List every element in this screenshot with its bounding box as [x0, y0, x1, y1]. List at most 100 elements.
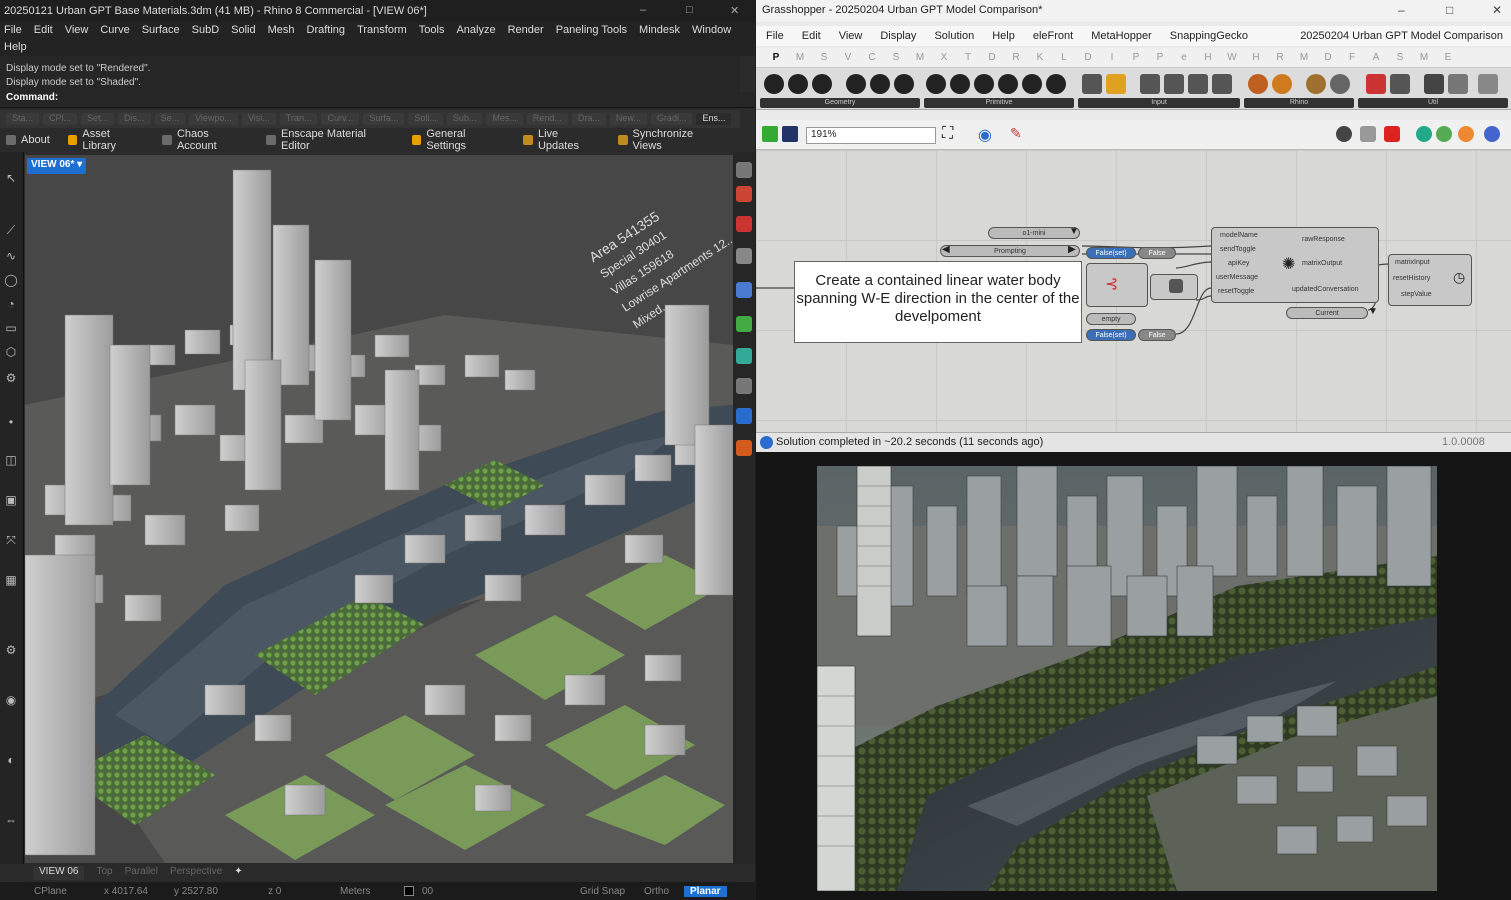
dropdown-arrow-icon[interactable]: ▼	[1368, 306, 1378, 317]
toolbar-tab[interactable]: Mes...	[486, 113, 523, 125]
menu-paneling-tools[interactable]: Paneling Tools	[552, 22, 635, 40]
gh-menu-file[interactable]: File	[766, 30, 784, 42]
send-toggle-value[interactable]: False	[1138, 247, 1176, 259]
cplane-label[interactable]: CPlane	[34, 886, 67, 897]
toolbar-tab[interactable]: Sub...	[446, 113, 483, 125]
gh-tab[interactable]: M	[788, 52, 812, 63]
plugin-icon[interactable]	[736, 440, 752, 456]
properties-icon[interactable]	[736, 348, 752, 364]
arc-icon[interactable]: ◔	[3, 296, 19, 312]
analyze-icon[interactable]: ◉	[3, 692, 19, 708]
gh-tab[interactable]: X	[932, 52, 956, 63]
open-file-icon[interactable]	[762, 126, 778, 142]
prompting-value-list[interactable]: Prompting	[940, 245, 1080, 257]
ribbon-section-rhino[interactable]: Rhino	[1244, 98, 1354, 108]
primitive-icon[interactable]	[950, 74, 970, 94]
menu-file[interactable]: File	[0, 22, 30, 40]
gh-tab[interactable]: T	[956, 52, 980, 63]
input-reset-history[interactable]: resetHistory	[1393, 275, 1430, 282]
menu-mesh[interactable]: Mesh	[264, 22, 303, 40]
util-icon[interactable]	[1390, 74, 1410, 94]
layer-swatch[interactable]	[404, 886, 414, 896]
close-icon[interactable]: ✕	[730, 4, 739, 17]
boolean-gate-component[interactable]: ⊰	[1086, 263, 1148, 307]
gh-tab[interactable]: P	[764, 52, 788, 63]
maximize-icon[interactable]: □	[686, 4, 693, 16]
output-raw-response[interactable]: rawResponse	[1302, 236, 1345, 243]
menu-surface[interactable]: Surface	[138, 22, 188, 40]
gh-tab[interactable]: M	[1292, 52, 1316, 63]
gear-icon[interactable]	[736, 162, 752, 178]
panel-icon[interactable]	[736, 408, 752, 424]
menu-view[interactable]: View	[61, 22, 97, 40]
output-updated-conversation[interactable]: updatedConversation	[1292, 286, 1359, 293]
menu-render[interactable]: Render	[504, 22, 552, 40]
right-arrow-icon[interactable]: ▶	[1068, 244, 1076, 255]
gh-tab[interactable]: S	[884, 52, 908, 63]
add-viewport-icon[interactable]: ✦	[234, 866, 242, 880]
mesh-icon[interactable]: ▦	[3, 572, 19, 588]
toolbar-tab[interactable]: Se...	[154, 113, 186, 125]
prompt-text-panel[interactable]: Create a contained linear water body spa…	[794, 261, 1082, 343]
viewport-tab-parallel[interactable]: Parallel	[125, 866, 158, 880]
gh-tab[interactable]: V	[836, 52, 860, 63]
bake-icon[interactable]	[1416, 126, 1432, 142]
ribbon-section-primitive[interactable]: Primitive	[924, 98, 1074, 108]
render-icon[interactable]	[736, 216, 752, 232]
viewport-tab-view06[interactable]: VIEW 06	[33, 866, 85, 880]
input-user-message[interactable]: userMessage	[1216, 274, 1258, 281]
timer-component[interactable]: matrixInput resetHistory stepValue ◷	[1388, 254, 1472, 306]
gh-menu-display[interactable]: Display	[880, 30, 916, 42]
select-arrow-icon[interactable]: ↖	[3, 170, 19, 186]
geometry-icon[interactable]	[870, 74, 890, 94]
gh-tab[interactable]: A	[1364, 52, 1388, 63]
toolbar-tab-enscape[interactable]: Ens...	[696, 113, 732, 125]
polygon-icon[interactable]: ⬡	[3, 344, 19, 360]
display-icon[interactable]	[736, 282, 752, 298]
menu-subd[interactable]: SubD	[188, 22, 228, 40]
gh-menu-snappinggecko[interactable]: SnappingGecko	[1170, 30, 1248, 42]
gh-tab[interactable]: R	[1268, 52, 1292, 63]
geometry-icon[interactable]	[812, 74, 832, 94]
ribbon-section-geometry[interactable]: Geometry	[760, 98, 920, 108]
left-arrow-icon[interactable]: ◀	[942, 244, 950, 255]
geometry-icon[interactable]	[788, 74, 808, 94]
material-icon[interactable]	[736, 316, 752, 332]
grid-snap-toggle[interactable]: Grid Snap	[580, 886, 625, 897]
gh-tab[interactable]: P	[1124, 52, 1148, 63]
sketch-icon[interactable]: ✎	[1010, 125, 1022, 142]
gear-icon[interactable]: ⚙	[3, 370, 19, 386]
gh-menu-metahopper[interactable]: MetaHopper	[1091, 30, 1152, 42]
button-component[interactable]	[1150, 274, 1198, 300]
curve-icon[interactable]: ∿	[3, 248, 19, 264]
gh-tab[interactable]: M	[908, 52, 932, 63]
viewport-view06[interactable]: Area 541355 Special 30401 Villas 159618 …	[25, 155, 733, 863]
ribbon-section-util[interactable]: Util	[1358, 98, 1508, 108]
point-icon[interactable]: •	[3, 414, 19, 430]
menu-window[interactable]: Window	[688, 22, 739, 40]
toolbar-tab[interactable]: New...	[609, 113, 647, 125]
menu-edit[interactable]: Edit	[30, 22, 61, 40]
toolbar-tab[interactable]: Gradi...	[650, 113, 693, 125]
gh-tab[interactable]: M	[1412, 52, 1436, 63]
primitive-icon[interactable]	[1022, 74, 1042, 94]
gh-tab[interactable]: e	[1172, 52, 1196, 63]
toolbar-tab[interactable]: Dis...	[118, 113, 151, 125]
color-icon[interactable]	[1458, 126, 1474, 142]
toolbar-tab[interactable]: Soli...	[408, 113, 443, 125]
gh-menu-elefront[interactable]: eleFront	[1033, 30, 1073, 42]
toolbar-tab[interactable]: Viewpo...	[189, 113, 238, 125]
rhino-icon[interactable]	[1272, 74, 1292, 94]
toolbar-tab[interactable]: Dra...	[571, 113, 606, 125]
input-icon[interactable]	[1140, 74, 1160, 94]
viewport-title-tab[interactable]: VIEW 06* ▾	[27, 158, 87, 174]
live-updates-button[interactable]: Live Updates	[523, 128, 600, 152]
synchronize-views-button[interactable]: Synchronize Views	[617, 128, 722, 152]
rectangle-icon[interactable]: ▭	[3, 320, 19, 336]
chaos-account-button[interactable]: Chaos Account	[162, 128, 248, 152]
menu-tools[interactable]: Tools	[415, 22, 453, 40]
viewport-tab-perspective[interactable]: Perspective	[170, 866, 222, 880]
transform-icon[interactable]: ⤧	[3, 532, 19, 548]
gh-tab[interactable]: H	[1244, 52, 1268, 63]
close-icon[interactable]: ✕	[1492, 3, 1502, 17]
